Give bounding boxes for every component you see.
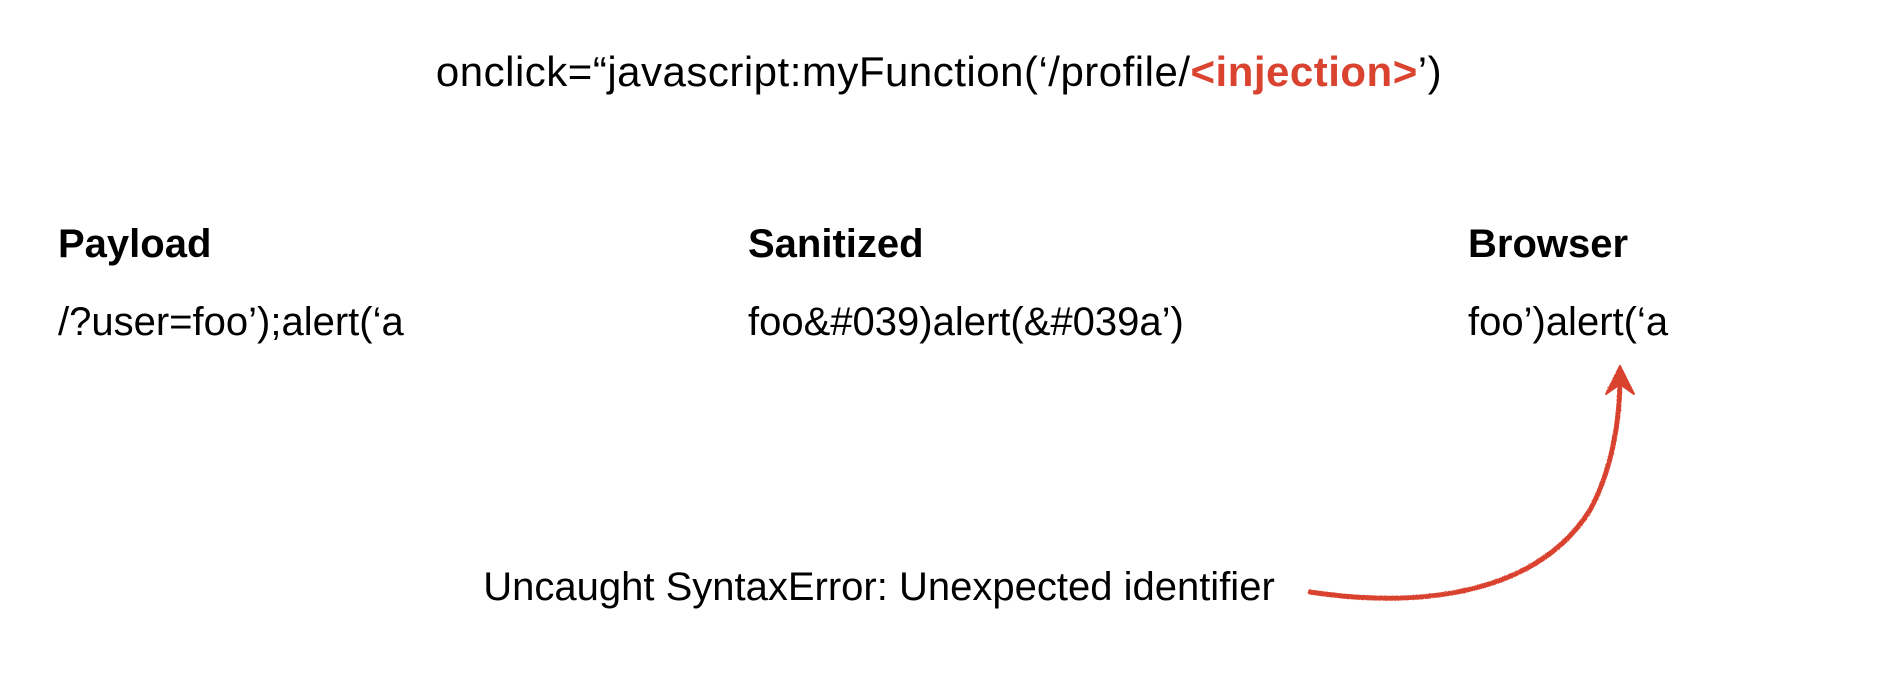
code-prefix: onclick=“javascript:myFunction(‘/profile… [436, 48, 1191, 95]
sanitized-header: Sanitized [748, 222, 924, 267]
error-message: Uncaught SyntaxError: Unexpected identif… [483, 565, 1275, 610]
sanitized-value: foo&#039)alert(&#039a’) [748, 300, 1184, 345]
injection-placeholder: <injection> [1191, 48, 1418, 95]
code-snippet-line: onclick=“javascript:myFunction(‘/profile… [0, 48, 1878, 96]
slide: onclick=“javascript:myFunction(‘/profile… [0, 0, 1878, 698]
payload-value: /?user=foo’);alert(‘a [58, 300, 404, 345]
browser-header: Browser [1468, 222, 1628, 267]
error-message-line: Uncaught SyntaxError: Unexpected identif… [0, 565, 1878, 610]
code-suffix: ’) [1418, 48, 1442, 95]
browser-value: foo’)alert(‘a [1468, 300, 1668, 345]
payload-header: Payload [58, 222, 211, 267]
